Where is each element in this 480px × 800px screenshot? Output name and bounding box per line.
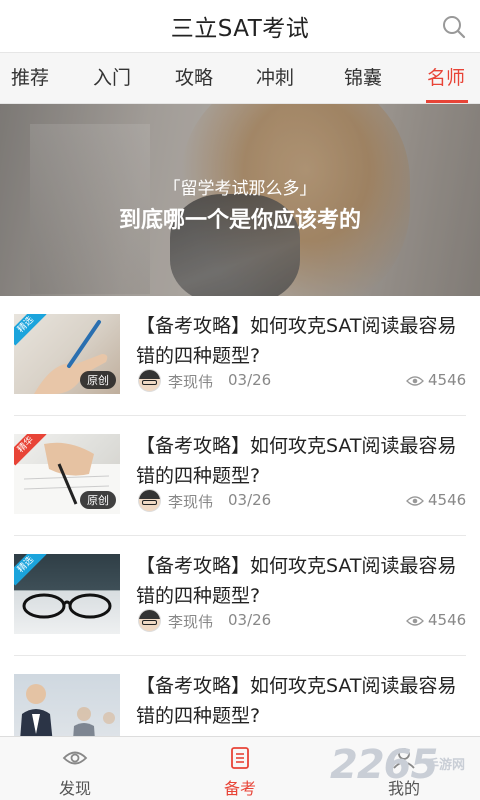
nav-prepare[interactable]: 备考: [180, 737, 300, 800]
watermark: 2265 手游网: [330, 742, 480, 794]
tab-intro[interactable]: 入门: [93, 53, 131, 103]
tab-recommend[interactable]: 推荐: [11, 53, 49, 103]
checklist-icon: [231, 747, 249, 769]
article-title: 【备考攻略】如何攻克SAT阅读最容易错的四种题型?: [136, 675, 457, 727]
hero-banner[interactable]: 「留学考试那么多」 到底哪一个是你应该考的: [0, 104, 480, 296]
nav-label: 发现: [58, 779, 91, 798]
article-title: 【备考攻略】如何攻克SAT阅读最容易错的四种题型?: [136, 315, 457, 367]
original-badge: 原创: [80, 371, 116, 389]
app-title: 三立SAT考试: [170, 16, 310, 42]
author-name: 李现伟: [168, 493, 214, 511]
category-tabs: 推荐 入门 攻略 冲刺 锦囊 名师: [0, 52, 480, 104]
search-icon[interactable]: [442, 15, 466, 39]
article-item[interactable]: 精选 【备考攻略】如何攻克SAT阅读最容易错的四种题型? 李现伟 03/26 4…: [0, 536, 480, 656]
author-name: 李现伟: [168, 613, 214, 631]
article-thumbnail: 精选: [14, 554, 120, 634]
watermark-number: 2265: [330, 742, 438, 788]
article-title: 【备考攻略】如何攻克SAT阅读最容易错的四种题型?: [136, 435, 457, 487]
banner-headline: 到底哪一个是你应该考的: [118, 208, 361, 233]
tab-strategy[interactable]: 攻略: [175, 53, 213, 103]
nav-label: 备考: [223, 779, 256, 798]
eye-icon: [406, 496, 424, 506]
tab-teachers[interactable]: 名师: [427, 53, 465, 103]
view-count: 4546: [428, 371, 467, 389]
tab-sprint[interactable]: 冲刺: [256, 53, 294, 103]
article-title: 【备考攻略】如何攻克SAT阅读最容易错的四种题型?: [136, 555, 457, 607]
eye-icon: [406, 376, 424, 386]
author-name: 李现伟: [168, 373, 214, 391]
top-bar: 三立SAT考试: [0, 0, 480, 52]
publish-date: 03/26: [228, 491, 272, 509]
original-badge: 原创: [80, 491, 116, 509]
author-avatar: [138, 369, 161, 392]
article-thumbnail: 精选 原创: [14, 314, 120, 394]
article-item[interactable]: 精选 原创 【备考攻略】如何攻克SAT阅读最容易错的四种题型? 李现伟 03/2…: [0, 296, 480, 416]
view-count: 4546: [428, 611, 467, 629]
watermark-text: 手游网: [426, 758, 466, 773]
publish-date: 03/26: [228, 371, 272, 389]
author-avatar: [138, 609, 161, 632]
publish-date: 03/26: [228, 611, 272, 629]
article-item[interactable]: 精华 原创 【备考攻略】如何攻克SAT阅读最容易错的四种题型? 李现伟 03/2…: [0, 416, 480, 536]
author-avatar: [138, 489, 161, 512]
banner-overlay: [0, 104, 480, 296]
nav-discover[interactable]: 发现: [15, 737, 135, 800]
eye-icon: [406, 616, 424, 626]
article-thumbnail: 精华 原创: [14, 434, 120, 514]
view-count: 4546: [428, 491, 467, 509]
eye-icon: [62, 751, 88, 765]
active-tab-indicator: [426, 100, 468, 103]
tab-tips[interactable]: 锦囊: [344, 53, 382, 103]
banner-subtitle: 「留学考试那么多」: [163, 179, 317, 199]
